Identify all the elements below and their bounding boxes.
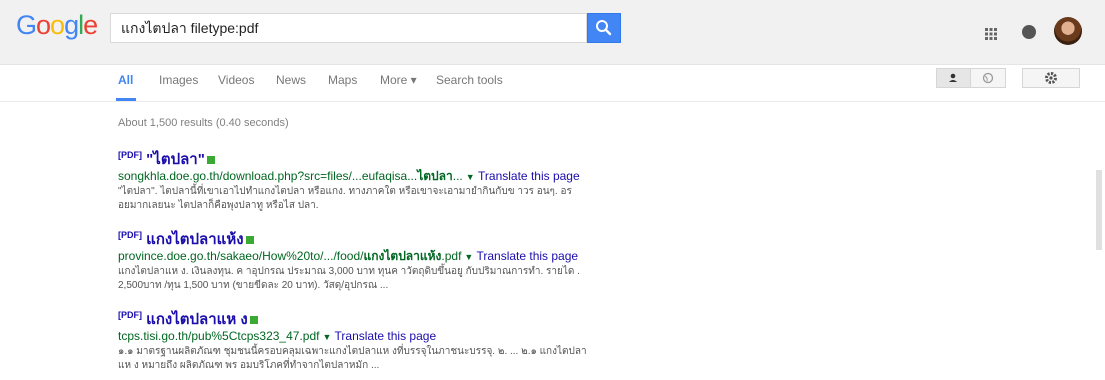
hide-personal-results-button[interactable] xyxy=(971,69,1005,87)
result-url: tcps.tisi.go.th/pub%5Ctcps323_47.pdf ▼ Tr… xyxy=(118,329,648,345)
result-url: songkhla.doe.go.th/download.php?src=file… xyxy=(118,169,648,185)
pdf-tag: [PDF] xyxy=(118,310,142,320)
document-icon xyxy=(245,236,254,245)
result-snippet: ๑.๑ มาตรฐานผลิตภัณฑ ชุมชนนี้ครอบคลุมเฉพา… xyxy=(118,345,648,373)
url-suffix: ... xyxy=(452,169,463,183)
tab-maps[interactable]: Maps xyxy=(328,73,357,87)
globe-icon xyxy=(982,72,994,84)
avatar[interactable] xyxy=(1054,17,1082,45)
result-title-link[interactable]: [PDF] แกงไตปลาแห ง xyxy=(118,306,648,329)
dropdown-arrow-icon[interactable]: ▼ xyxy=(322,332,331,342)
settings-button[interactable] xyxy=(1022,68,1080,88)
dropdown-arrow-icon[interactable]: ▼ xyxy=(464,252,473,262)
url-bold: แกงไตปลาแห้ง xyxy=(363,249,442,263)
result-title[interactable]: แกงไตปลาแห ง xyxy=(146,311,248,328)
tab-videos[interactable]: Videos xyxy=(218,73,254,87)
url-bold: ไตปลา xyxy=(417,169,453,183)
snippet-line: "ไตปลา". ไตปลานี้ที่เขาเอาไปทำแกงไตปลา ห… xyxy=(118,186,572,197)
snippet-line: 2,500บาท /ทุน 1,500 บาท (ขายขีดละ 20 บาท… xyxy=(118,280,389,291)
translate-link[interactable]: Translate this page xyxy=(335,329,437,343)
snippet-line: แห ง หมายถึง ผลิตภัณฑ พร อมบริโภคที่ทำจา… xyxy=(118,360,380,371)
result-title-link[interactable]: [PDF] แกงไตปลาแห้ง xyxy=(118,226,648,249)
url-text: songkhla.doe.go.th/download.php?src=file… xyxy=(118,169,418,183)
search-result: [PDF] "ไตปลา" songkhla.doe.go.th/downloa… xyxy=(118,146,648,213)
results-mode-toggle xyxy=(936,68,1006,88)
document-icon xyxy=(249,316,258,325)
translate-link[interactable]: Translate this page xyxy=(476,249,578,263)
search-result: [PDF] แกงไตปลาแห้ง province.doe.go.th/sa… xyxy=(118,226,648,293)
url-suffix: .pdf xyxy=(441,249,462,263)
search-button[interactable] xyxy=(587,13,621,43)
result-title-link[interactable]: [PDF] "ไตปลา" xyxy=(118,146,648,169)
url-text: tcps.tisi.go.th/pub%5Ctcps323_47.pdf xyxy=(118,329,320,343)
tab-search-tools[interactable]: Search tools xyxy=(436,73,503,87)
search-result: [PDF] แกงไตปลาแห ง tcps.tisi.go.th/pub%5… xyxy=(118,306,648,373)
result-title[interactable]: "ไตปลา" xyxy=(146,151,205,168)
result-snippet: "ไตปลา". ไตปลานี้ที่เขาเอาไปทำแกงไตปลา ห… xyxy=(118,185,648,213)
tabs-divider xyxy=(0,101,1105,102)
translate-link[interactable]: Translate this page xyxy=(478,169,580,183)
snippet-line: แกงไตปลาแห ง. เงินลงทุน. ค าอุปกรณ ประมา… xyxy=(118,266,580,277)
pdf-tag: [PDF] xyxy=(118,230,142,240)
scrollbar[interactable] xyxy=(1096,170,1102,250)
result-title[interactable]: แกงไตปลาแห้ง xyxy=(146,231,243,248)
gear-icon xyxy=(1045,72,1057,84)
personal-results-button[interactable] xyxy=(937,69,971,87)
logo-letter: o xyxy=(36,10,51,40)
pdf-tag: [PDF] xyxy=(118,150,142,160)
logo-letter: g xyxy=(64,10,79,40)
result-stats: About 1,500 results (0.40 seconds) xyxy=(118,117,289,129)
tab-images[interactable]: Images xyxy=(159,73,198,87)
dropdown-arrow-icon[interactable]: ▼ xyxy=(466,172,475,182)
result-snippet: แกงไตปลาแห ง. เงินลงทุน. ค าอุปกรณ ประมา… xyxy=(118,265,648,293)
tab-more[interactable]: More ▾ xyxy=(380,73,417,87)
snippet-line: ๑.๑ มาตรฐานผลิตภัณฑ ชุมชนนี้ครอบคลุมเฉพา… xyxy=(118,346,587,357)
url-text: province.doe.go.th/sakaeo/How%20to/.../f… xyxy=(118,249,364,263)
notifications-icon[interactable] xyxy=(1022,25,1036,39)
person-icon xyxy=(949,73,957,82)
tab-news[interactable]: News xyxy=(276,73,306,87)
google-logo[interactable]: Google xyxy=(16,10,98,41)
apps-grid-icon[interactable] xyxy=(985,27,997,45)
logo-letter: G xyxy=(16,10,37,40)
top-header: Google แกงไตปลา filetype:pdf xyxy=(0,0,1105,64)
logo-letter: o xyxy=(50,10,65,40)
result-url: province.doe.go.th/sakaeo/How%20to/.../f… xyxy=(118,249,648,265)
logo-letter: e xyxy=(83,10,98,40)
search-input[interactable]: แกงไตปลา filetype:pdf xyxy=(110,13,587,43)
search-icon xyxy=(596,20,612,36)
tab-all[interactable]: All xyxy=(118,73,133,87)
document-icon xyxy=(206,156,215,165)
snippet-line: อยมากเลยนะ ไตปลาก็คือพุงปลาทู หรือไส ปลา… xyxy=(118,200,319,211)
